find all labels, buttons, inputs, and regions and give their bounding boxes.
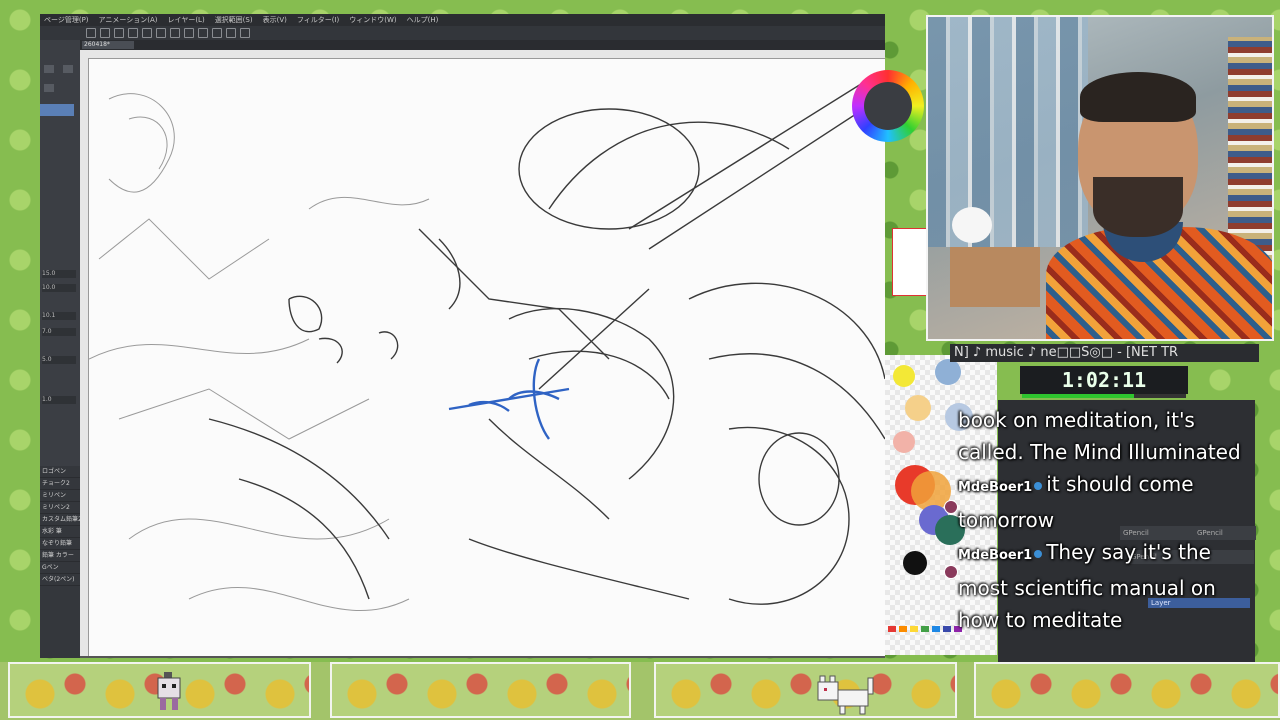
sub-tool-item[interactable]: 鉛筆 カラー: [40, 550, 80, 562]
menu-item-view[interactable]: 表示(V): [263, 15, 287, 25]
brush-size-6[interactable]: 1.0: [42, 396, 76, 404]
snap-icon[interactable]: [226, 28, 236, 38]
chat-overlay: book on meditation, it's called. The Min…: [958, 404, 1258, 636]
sub-tool-item[interactable]: Gペン: [40, 562, 80, 574]
strip-swatch-orange[interactable]: [899, 626, 907, 632]
tool-icons: [42, 60, 80, 98]
sub-tool-item[interactable]: チョーク2: [40, 478, 80, 490]
canvas-horizontal-scrollbar[interactable]: [80, 656, 885, 658]
sub-tool-item[interactable]: なぞり鉛筆: [40, 538, 80, 550]
sub-tool-item[interactable]: カスタム鉛筆2: [40, 514, 80, 526]
palette-swatch-pink[interactable]: [893, 431, 915, 453]
subscriber-badge-icon: [1034, 549, 1043, 558]
brush-size-5[interactable]: 5.0: [42, 356, 76, 364]
bottom-overlay-strip: [0, 662, 1280, 720]
palette-swatch-blue[interactable]: [935, 359, 961, 385]
brush-size-4[interactable]: 7.0: [42, 328, 76, 336]
palette-strip: [888, 626, 962, 632]
chat-username: MdeBoer1: [958, 480, 1033, 495]
desk-lamp: [952, 207, 992, 243]
chat-message-text: book on meditation, it's called. The Min…: [958, 408, 1241, 464]
sub-tool-list: ロゴペン チョーク2 ミリペン ミリペン2 カスタム鉛筆2 水彩 筆 なぞり鉛筆…: [40, 466, 80, 658]
chat-avatar-icon: [944, 500, 958, 514]
sub-tool-item[interactable]: ロゴペン: [40, 466, 80, 478]
streamer-beard: [1093, 177, 1183, 237]
webcam-feed: [926, 15, 1274, 341]
chat-avatar-icon: [944, 565, 958, 579]
chat-message: MdeBoer1 They say it's the most scientifi…: [958, 536, 1258, 636]
sub-tool-item[interactable]: ミリペン: [40, 490, 80, 502]
drawing-app-window: ページ管理(P) アニメーション(A) レイヤー(L) 選択範囲(S) 表示(V…: [40, 14, 885, 658]
tool-panel: 15.0 10.0 10.1 7.0 5.0 1.0 ロゴペン チョーク2 ミリ…: [40, 40, 81, 658]
active-tool-highlight[interactable]: [40, 104, 74, 116]
menu-item-selection[interactable]: 選択範囲(S): [215, 15, 253, 25]
sub-tool-item[interactable]: 水彩 筆: [40, 526, 80, 538]
save-icon[interactable]: [114, 28, 124, 38]
chat-username: MdeBoer1: [958, 548, 1033, 563]
brush-size-3[interactable]: 10.1: [42, 312, 76, 320]
undo-icon[interactable]: [142, 28, 152, 38]
document-tab-bar: 260418*: [80, 40, 885, 50]
pen-tool-icon[interactable]: [44, 65, 54, 73]
menu-bar: ページ管理(P) アニメーション(A) レイヤー(L) 選択範囲(S) 表示(V…: [40, 14, 885, 26]
ruler-vertical: [80, 58, 89, 656]
menu-item-layer[interactable]: レイヤー(L): [168, 15, 205, 25]
chat-message: MdeBoer1 it should come tomorrow: [958, 468, 1258, 536]
cat-sprite-icon: [817, 675, 874, 715]
brush-size-2[interactable]: 10.0: [42, 284, 76, 292]
strip-swatch-indigo[interactable]: [943, 626, 951, 632]
document-tab[interactable]: 260418*: [82, 41, 134, 49]
overlay-frame: [330, 662, 631, 718]
cardboard-box: [950, 247, 1040, 307]
strip-swatch-blue[interactable]: [932, 626, 940, 632]
transform-icon[interactable]: [198, 28, 208, 38]
settings-icon[interactable]: [170, 28, 180, 38]
palette-swatch-black[interactable]: [903, 551, 927, 575]
chat-message: book on meditation, it's called. The Min…: [958, 404, 1258, 468]
open-file-icon[interactable]: [100, 28, 110, 38]
sub-tool-item[interactable]: ミリペン2: [40, 502, 80, 514]
poster-wall: [928, 17, 1088, 247]
navigator-thumbnail[interactable]: [892, 228, 928, 296]
select-tool-icon[interactable]: [44, 84, 54, 92]
subscriber-badge-icon: [1034, 481, 1043, 490]
grid-icon[interactable]: [240, 28, 250, 38]
sketch-artwork: [89, 78, 885, 611]
strip-swatch-yellow[interactable]: [910, 626, 918, 632]
ruler-icon[interactable]: [212, 28, 222, 38]
menu-item-filter[interactable]: フィルター(I): [297, 15, 339, 25]
menu-item-animation[interactable]: アニメーション(A): [99, 15, 158, 25]
strip-swatch-red[interactable]: [888, 626, 896, 632]
drawing-canvas[interactable]: [89, 59, 885, 656]
strip-swatch-green[interactable]: [921, 626, 929, 632]
fill-icon[interactable]: [184, 28, 194, 38]
now-playing-ticker: N] ♪ music ♪ ne□□S◎□ - [NET TR: [950, 344, 1259, 362]
stream-timer: 1:02:11: [1020, 366, 1188, 394]
brush-size-1[interactable]: 15.0: [42, 270, 76, 278]
eraser-tool-icon[interactable]: [63, 65, 74, 73]
palette-swatch-peach[interactable]: [905, 395, 931, 421]
color-wheel[interactable]: [852, 70, 924, 142]
menu-item-window[interactable]: ウィンドウ(W): [349, 15, 396, 25]
streamer-hair: [1080, 72, 1196, 122]
command-bar: [40, 26, 885, 41]
robot-sprite-icon: [157, 672, 181, 710]
redo-icon[interactable]: [156, 28, 166, 38]
ruler-horizontal: [80, 50, 885, 59]
menu-item-page[interactable]: ページ管理(P): [44, 15, 89, 25]
overlay-frame: [654, 662, 957, 718]
menu-item-help[interactable]: ヘルプ(H): [407, 15, 439, 25]
print-icon[interactable]: [128, 28, 138, 38]
timer-progress-fill: [1022, 394, 1134, 398]
palette-swatch-yellow[interactable]: [893, 365, 915, 387]
new-file-icon[interactable]: [86, 28, 96, 38]
overlay-frame: [974, 662, 1280, 718]
sub-tool-item[interactable]: ベタ(2ペン): [40, 574, 80, 586]
